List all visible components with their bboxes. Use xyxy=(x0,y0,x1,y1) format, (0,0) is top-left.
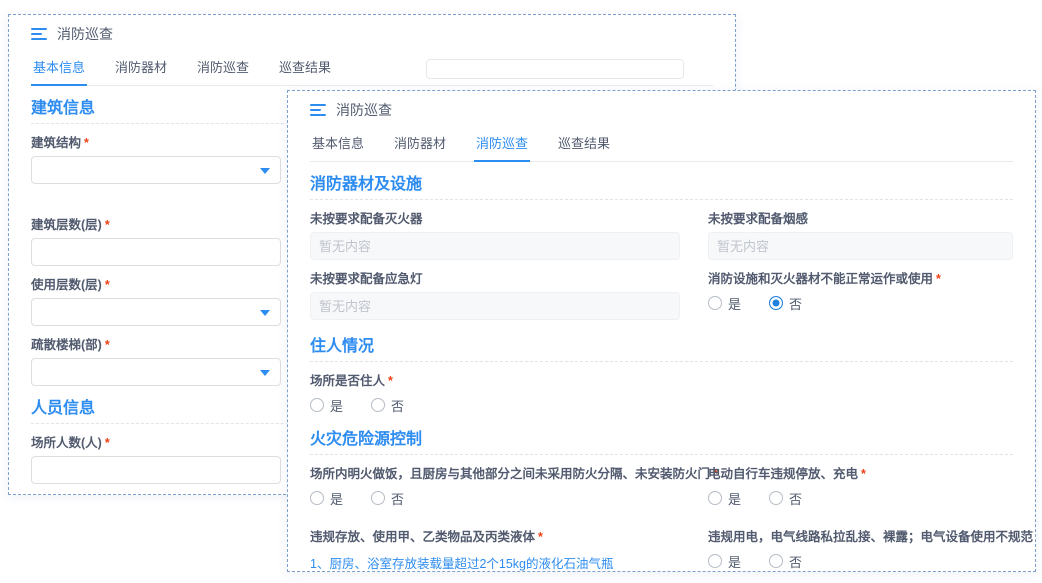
evacuation-stairs-select-value[interactable] xyxy=(32,359,280,385)
radio-circle-icon xyxy=(708,491,722,505)
menu-fold-icon[interactable] xyxy=(310,104,326,116)
no-smoke-detector-input-value xyxy=(709,233,1012,259)
radio-option-no-selected[interactable]: 否 xyxy=(769,294,802,313)
front-window-header: 消防巡查 xyxy=(310,101,1013,119)
section-heading-equipment: 消防器材及设施 xyxy=(310,170,1013,200)
screen: 消防巡查 基本信息 消防器材 消防巡查 巡查结果 建筑信息 建筑结构* 建筑层数… xyxy=(0,0,1042,583)
radio-option-yes[interactable]: 是 xyxy=(708,489,741,508)
required-mark: * xyxy=(538,530,543,544)
field-label-illegal-electricity: 违规用电，电气线路私拉乱接、裸露；电气设备使用不规范* xyxy=(708,526,1035,545)
front-tab-basic-info[interactable]: 基本信息 xyxy=(310,131,366,162)
radio-circle-icon xyxy=(310,398,324,412)
back-window-title: 消防巡查 xyxy=(57,24,113,44)
back-tab-basic-info[interactable]: 基本信息 xyxy=(31,55,87,86)
field-label-ebike-violation: 电动自行车违规停放、充电* xyxy=(708,463,1035,482)
required-mark: * xyxy=(105,218,110,232)
front-tab-fire-patrol[interactable]: 消防巡查 xyxy=(474,131,530,162)
field-ebike-violation: 电动自行车违规停放、充电* 是 否 xyxy=(708,455,1035,506)
field-label-no-smoke-detector: 未按要求配备烟感 xyxy=(708,208,1013,227)
evacuation-stairs-select[interactable] xyxy=(31,358,281,386)
radio-option-yes[interactable]: 是 xyxy=(708,294,741,313)
used-floors-select-value[interactable] xyxy=(32,299,280,325)
radio-option-yes[interactable]: 是 xyxy=(708,552,741,571)
open-flame-radio-group: 是 否 xyxy=(310,490,698,506)
required-mark: * xyxy=(105,338,110,352)
field-label-illegal-storage: 违规存放、使用甲、乙类物品及丙类液体* xyxy=(310,526,698,545)
no-emergency-light-input-value xyxy=(311,293,679,319)
building-floors-input-value[interactable] xyxy=(32,239,280,265)
radio-option-no[interactable]: 否 xyxy=(769,489,802,508)
occupant-count-input[interactable] xyxy=(31,456,281,484)
radio-circle-icon xyxy=(708,296,722,310)
illegal-storage-note-link[interactable]: 1、厨房、浴室存放装载量超过2个15kg的液化石油气瓶 xyxy=(310,553,698,571)
no-extinguisher-input xyxy=(310,232,680,260)
back-window-header: 消防巡查 xyxy=(31,25,713,43)
radio-circle-icon xyxy=(371,398,385,412)
building-structure-select-value[interactable] xyxy=(32,157,280,183)
illegal-electricity-radio-group: 是 否 xyxy=(708,553,1035,569)
front-tab-fire-equipment[interactable]: 消防器材 xyxy=(392,131,448,162)
radio-option-no[interactable]: 否 xyxy=(371,396,404,415)
field-label-open-flame-cooking: 场所内明火做饭，且厨房与其他部分之间未采用防火分隔、未安装防火门* xyxy=(310,463,698,482)
field-label-equipment-not-working: 消防设施和灭火器材不能正常运作或使用* xyxy=(708,268,1013,287)
chevron-down-icon xyxy=(260,370,270,376)
field-no-smoke-detector: 未按要求配备烟感 xyxy=(708,200,1013,260)
radio-option-no[interactable]: 否 xyxy=(371,489,404,508)
partial-hidden-input[interactable] xyxy=(426,59,684,79)
no-smoke-detector-input xyxy=(708,232,1013,260)
radio-circle-icon xyxy=(769,491,783,505)
section-heading-hazard-control: 火灾危险源控制 xyxy=(310,425,1013,455)
equipment-not-working-radio-group: 是 否 xyxy=(708,295,1013,311)
menu-fold-icon[interactable] xyxy=(31,28,47,40)
radio-option-yes[interactable]: 是 xyxy=(310,489,343,508)
field-open-flame-cooking: 场所内明火做饭，且厨房与其他部分之间未采用防火分隔、未安装防火门* 是 否 xyxy=(310,455,698,506)
required-mark: * xyxy=(388,374,393,388)
building-floors-input[interactable] xyxy=(31,238,281,266)
section-heading-occupancy: 住人情况 xyxy=(310,332,1013,362)
required-mark: * xyxy=(936,272,941,286)
radio-circle-checked-icon xyxy=(769,296,783,310)
front-tab-bar: 基本信息 消防器材 消防巡查 巡查结果 xyxy=(310,131,1013,162)
radio-circle-icon xyxy=(310,491,324,505)
required-mark: * xyxy=(105,436,110,450)
back-tab-fire-equipment[interactable]: 消防器材 xyxy=(113,55,169,86)
radio-option-no[interactable]: 否 xyxy=(769,552,802,571)
no-emergency-light-input xyxy=(310,292,680,320)
field-label-no-extinguisher: 未按要求配备灭火器 xyxy=(310,208,698,227)
radio-circle-icon xyxy=(769,554,783,568)
back-tab-patrol-result[interactable]: 巡查结果 xyxy=(277,55,333,86)
chevron-down-icon xyxy=(260,310,270,316)
building-structure-select[interactable] xyxy=(31,156,281,184)
front-panel-fire-patrol: 消防巡查 基本信息 消防器材 消防巡查 巡查结果 消防器材及设施 未按要求配备灭… xyxy=(287,90,1036,572)
field-no-extinguisher: 未按要求配备灭火器 xyxy=(310,200,698,260)
chevron-down-icon xyxy=(260,168,270,174)
required-mark: * xyxy=(861,467,866,481)
equipment-grid: 未按要求配备灭火器 未按要求配备烟感 未按要求配备应急灯 xyxy=(310,200,1013,320)
front-window-title: 消防巡查 xyxy=(336,100,392,120)
radio-option-yes[interactable]: 是 xyxy=(310,396,343,415)
required-mark: * xyxy=(105,278,110,292)
field-equipment-not-working: 消防设施和灭火器材不能正常运作或使用* 是 否 xyxy=(708,260,1013,320)
field-illegal-storage: 违规存放、使用甲、乙类物品及丙类液体* 1、厨房、浴室存放装载量超过2个15kg… xyxy=(310,518,698,571)
back-tab-fire-patrol[interactable]: 消防巡查 xyxy=(195,55,251,86)
front-tab-patrol-result[interactable]: 巡查结果 xyxy=(556,131,612,162)
field-no-emergency-light: 未按要求配备应急灯 xyxy=(310,260,698,320)
field-label-no-emergency-light: 未按要求配备应急灯 xyxy=(310,268,698,287)
occupant-count-input-value[interactable] xyxy=(32,457,280,483)
radio-circle-icon xyxy=(371,491,385,505)
is-occupied-radio-group: 是 否 xyxy=(310,397,1013,413)
field-label-is-occupied: 场所是否住人* xyxy=(310,370,1013,389)
no-extinguisher-input-value xyxy=(311,233,679,259)
field-illegal-electricity: 违规用电，电气线路私拉乱接、裸露；电气设备使用不规范* 是 否 xyxy=(708,518,1035,571)
radio-circle-icon xyxy=(708,554,722,568)
ebike-radio-group: 是 否 xyxy=(708,490,1035,506)
hazard-grid: 场所内明火做饭，且厨房与其他部分之间未采用防火分隔、未安装防火门* 是 否 电动… xyxy=(310,455,1013,571)
required-mark: * xyxy=(84,136,89,150)
used-floors-select[interactable] xyxy=(31,298,281,326)
